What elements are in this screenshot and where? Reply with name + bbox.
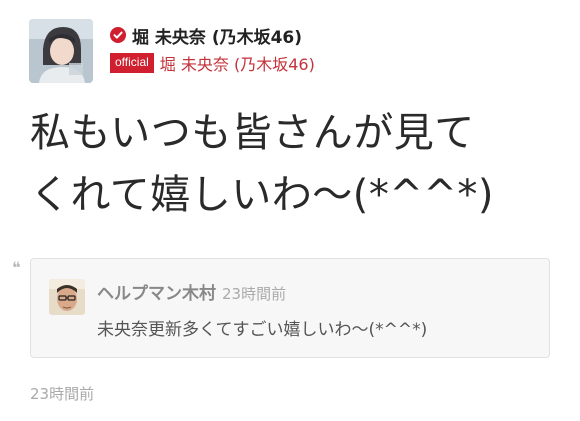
reply-author-name[interactable]: ヘルプマン木村: [97, 279, 216, 304]
author-avatar[interactable]: [29, 19, 93, 83]
official-badge: official: [110, 53, 154, 73]
reply-header: ヘルプマン木村 23時間前: [97, 279, 286, 304]
post-text: 私もいつも皆さんが見て くれて嬉しいわ〜(*^^*): [30, 110, 495, 218]
quote-mark-icon: ❝: [12, 258, 21, 277]
reply-avatar[interactable]: [49, 279, 85, 315]
official-line: official 堀 未央奈 (乃木坂46): [110, 52, 315, 74]
verified-check-icon: [110, 27, 126, 43]
official-name[interactable]: 堀 未央奈 (乃木坂46): [160, 51, 315, 75]
quoted-reply[interactable]: ヘルプマン木村 23時間前 未央奈更新多くてすごい嬉しいわ〜(*^^*): [30, 258, 550, 358]
post-header: 堀 未央奈 (乃木坂46) official 堀 未央奈 (乃木坂46): [110, 22, 315, 74]
author-name-line: 堀 未央奈 (乃木坂46): [110, 22, 315, 48]
author-name[interactable]: 堀 未央奈 (乃木坂46): [132, 23, 302, 48]
reply-timestamp: 23時間前: [222, 285, 287, 303]
reply-text: 未央奈更新多くてすごい嬉しいわ〜(*^^*): [97, 320, 428, 340]
post-timestamp: 23時間前: [30, 385, 95, 403]
